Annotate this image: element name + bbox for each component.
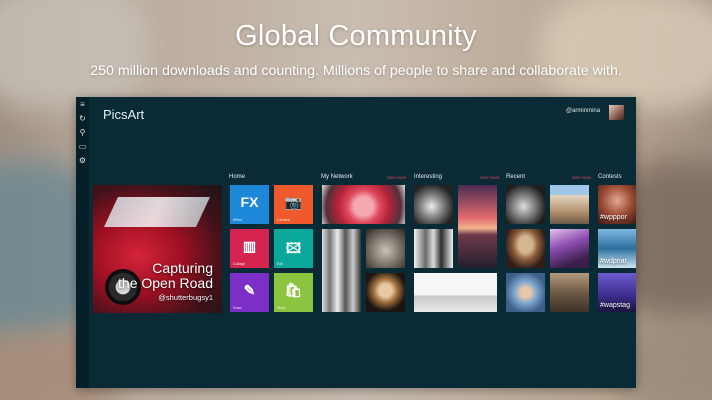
recent-photo-bw[interactable]	[506, 185, 545, 224]
see-more-recent[interactable]: See more	[572, 175, 592, 180]
network-photo-vintage[interactable]	[366, 229, 405, 268]
avatar[interactable]	[609, 105, 624, 120]
username[interactable]: @arminmina	[566, 108, 600, 114]
section-home[interactable]: Home	[229, 174, 245, 180]
search-icon[interactable]: ⚲	[78, 128, 87, 137]
collage-tile[interactable]: ▥ Collage	[230, 229, 269, 268]
interesting-photo-face[interactable]	[414, 229, 453, 268]
effect-tile[interactable]: FX Effect	[230, 185, 269, 224]
contest-photo-3[interactable]: #wapstag	[598, 273, 636, 312]
app-title: PicsArt	[103, 107, 145, 122]
fx-icon: FX	[240, 194, 259, 210]
menu-icon[interactable]: ≡	[78, 100, 87, 109]
shopping-bag-icon: 🛍	[284, 282, 303, 298]
camera-tile[interactable]: 📷 Camera	[274, 185, 313, 224]
recent-photo-friends[interactable]	[506, 273, 545, 312]
shop-tile[interactable]: 🛍 Shop	[274, 273, 313, 312]
section-my-network[interactable]: My Network	[321, 174, 353, 180]
featured-photo[interactable]: Capturing the Open Road @shutterbugsy1	[93, 185, 222, 313]
interesting-photo-bw[interactable]	[414, 185, 453, 224]
section-interesting[interactable]: Interesting	[414, 174, 442, 180]
contest-tag-1: #wpppor	[600, 214, 627, 221]
promo-headline: Global Community	[235, 20, 477, 52]
contest-tag-3: #wapstag	[600, 302, 630, 309]
app-window: ≡ ↻ ⚲ ▭ ⚙ PicsArt @arminmina Home My Net…	[76, 97, 636, 388]
promo-subline: 250 million downloads and counting. Mill…	[90, 63, 622, 79]
network-photo-bw-trees[interactable]	[322, 229, 361, 312]
featured-credit: @shutterbugsy1	[158, 293, 213, 302]
network-photo-rose[interactable]	[322, 185, 405, 224]
recent-photo-building[interactable]	[550, 185, 589, 224]
recent-photo-arch[interactable]	[506, 229, 545, 268]
brush-icon: ✎	[243, 282, 256, 298]
recent-photo-purple[interactable]	[550, 229, 589, 268]
featured-title: Capturing the Open Road	[118, 260, 213, 291]
camera-icon: 📷	[284, 194, 303, 210]
see-more-network[interactable]: See more	[387, 175, 407, 180]
refresh-icon[interactable]: ↻	[78, 114, 87, 123]
section-recent[interactable]: Recent	[506, 174, 525, 180]
image-edit-icon: 🖾	[285, 240, 302, 256]
interesting-photo-tree-sunset[interactable]	[458, 185, 497, 268]
draw-tile[interactable]: ✎ Draw	[230, 273, 269, 312]
contest-tag-2: #wdpnar	[600, 258, 627, 265]
see-more-interesting[interactable]: See more	[480, 175, 500, 180]
chat-icon[interactable]: ▭	[78, 142, 87, 151]
edit-tile[interactable]: 🖾 Edit	[274, 229, 313, 268]
contest-photo-1[interactable]: #wpppor	[598, 185, 636, 224]
collage-icon: ▥	[242, 238, 257, 254]
section-contests[interactable]: Contests	[598, 174, 622, 180]
side-rail: ≡ ↻ ⚲ ▭ ⚙	[76, 97, 89, 388]
recent-photo-interior[interactable]	[550, 273, 589, 312]
network-photo-portrait[interactable]	[366, 273, 405, 312]
contest-photo-2[interactable]: #wdpnar	[598, 229, 636, 268]
interesting-photo-skyline[interactable]	[414, 273, 497, 312]
settings-icon[interactable]: ⚙	[78, 156, 87, 165]
